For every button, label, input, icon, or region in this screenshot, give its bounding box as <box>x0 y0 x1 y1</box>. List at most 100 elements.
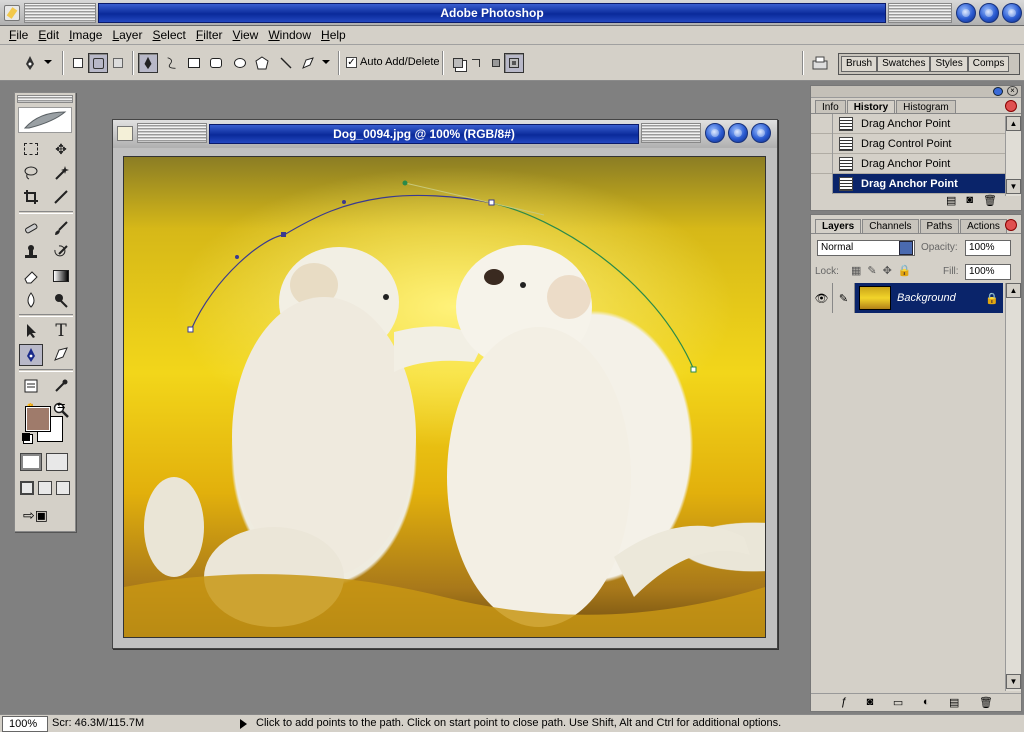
history-snapshot-source[interactable] <box>811 113 833 134</box>
tab-channels[interactable]: Channels <box>862 219 919 233</box>
document-close-button[interactable] <box>751 123 771 143</box>
eraser-tool-icon[interactable] <box>19 265 43 287</box>
full-screen-menu-mode-button[interactable] <box>38 481 52 495</box>
close-button[interactable] <box>1002 3 1022 23</box>
foreground-color-swatch[interactable] <box>25 406 51 432</box>
history-item[interactable]: Drag Anchor Point <box>811 153 1005 174</box>
fill-input[interactable]: 100% <box>965 264 1011 280</box>
menu-view[interactable]: View <box>228 27 264 44</box>
paths-mode-icon[interactable] <box>88 53 108 73</box>
image-canvas[interactable] <box>123 156 766 638</box>
lock-position-icon[interactable]: ✥ <box>883 264 892 277</box>
add-layer-mask-icon[interactable]: ◙ <box>867 696 874 711</box>
swap-colors-icon[interactable]: ⇆ <box>57 401 65 412</box>
close-panel-icon[interactable]: × <box>1007 86 1018 96</box>
feather-logo-icon[interactable] <box>18 107 72 133</box>
well-tab-brushes[interactable]: Brush <box>841 56 878 72</box>
tab-info[interactable]: Info <box>815 100 846 113</box>
menu-layer[interactable]: Layer <box>107 27 147 44</box>
subtract-from-path-area-icon[interactable] <box>466 53 486 73</box>
geometry-options-dropdown-icon[interactable] <box>322 60 330 64</box>
history-panel-menu-icon[interactable] <box>1005 100 1017 112</box>
jump-to-imageready-icon[interactable]: ⇨▣ <box>23 507 67 525</box>
tab-layers[interactable]: Layers <box>815 219 862 233</box>
exclude-overlapping-path-areas-icon[interactable] <box>504 53 524 73</box>
slice-tool-icon[interactable] <box>49 186 73 208</box>
menu-select[interactable]: Select <box>147 27 190 44</box>
quick-mask-mode-button[interactable] <box>46 453 68 471</box>
document-minimize-button[interactable] <box>705 123 725 143</box>
polygon-shape-icon[interactable] <box>252 53 272 73</box>
menu-file[interactable]: File <box>4 27 33 44</box>
tab-history[interactable]: History <box>846 100 896 113</box>
zoom-level-input[interactable]: 100% <box>2 716 48 732</box>
ellipse-shape-icon[interactable] <box>230 53 250 73</box>
maximize-button[interactable] <box>979 3 999 23</box>
rectangle-shape-icon[interactable] <box>184 53 204 73</box>
history-snapshot-source[interactable] <box>811 173 833 194</box>
well-tab-styles[interactable]: Styles <box>930 56 968 72</box>
eyedropper-tool-icon[interactable] <box>49 375 73 397</box>
menu-edit[interactable]: Edit <box>33 27 64 44</box>
add-layer-style-icon[interactable]: ƒ <box>841 696 847 711</box>
new-document-from-state-icon[interactable]: ▤ <box>946 194 956 210</box>
tab-actions[interactable]: Actions <box>960 219 1007 233</box>
lasso-tool-icon[interactable] <box>19 162 43 184</box>
blur-tool-icon[interactable] <box>19 289 43 311</box>
path-selection-tool-icon[interactable] <box>19 320 43 342</box>
scroll-track[interactable] <box>1006 131 1021 179</box>
well-tab-swatches[interactable]: Swatches <box>877 56 931 72</box>
history-item[interactable]: Drag Anchor Point <box>811 113 1005 134</box>
history-snapshot-source[interactable] <box>811 133 833 154</box>
minimize-panel-icon[interactable] <box>993 87 1003 96</box>
standard-mode-button[interactable] <box>20 453 42 471</box>
layer-row-background[interactable]: 👁 ✎ Background 🔒 <box>811 283 1003 313</box>
rounded-rectangle-icon[interactable] <box>206 53 226 73</box>
standard-screen-mode-button[interactable] <box>20 481 34 495</box>
document-maximize-button[interactable] <box>728 123 748 143</box>
minimize-button[interactable] <box>956 3 976 23</box>
pen-tool-icon[interactable] <box>19 344 43 366</box>
default-colors-icon[interactable] <box>22 433 30 441</box>
auto-add-delete-checkbox[interactable]: ✓ <box>346 57 357 68</box>
create-new-set-icon[interactable]: ▭ <box>893 696 903 711</box>
history-brush-tool-icon[interactable] <box>49 241 73 263</box>
freeform-pen-icon[interactable] <box>162 53 182 73</box>
document-icon[interactable] <box>117 126 133 141</box>
history-item-selected[interactable]: Drag Anchor Point <box>811 173 1005 194</box>
delete-state-icon[interactable]: 🗑 <box>983 194 997 210</box>
create-snapshot-icon[interactable]: ◙ <box>966 194 973 210</box>
fill-pixels-mode-icon[interactable] <box>108 53 128 73</box>
marquee-tool-icon[interactable] <box>19 138 43 160</box>
gradient-tool-icon[interactable] <box>49 265 73 287</box>
create-adjustment-layer-icon[interactable]: ◐ <box>923 696 930 711</box>
lock-image-pixels-icon[interactable]: ✎ <box>867 264 876 277</box>
file-browser-icon[interactable] <box>810 53 830 73</box>
scroll-up-button[interactable]: ▲ <box>1006 283 1021 298</box>
toolbox-grip[interactable] <box>17 95 73 103</box>
shape-layers-mode-icon[interactable] <box>68 53 88 73</box>
menu-image[interactable]: Image <box>64 27 107 44</box>
line-shape-icon[interactable] <box>276 53 296 73</box>
menu-help[interactable]: Help <box>316 27 351 44</box>
opacity-input[interactable]: 100% <box>965 240 1011 256</box>
history-snapshot-source[interactable] <box>811 153 833 174</box>
document-title-bar[interactable]: Dog_0094.jpg @ 100% (RGB/8#) <box>113 120 777 148</box>
pen-tool-option-icon[interactable] <box>138 53 158 73</box>
status-menu-arrow-icon[interactable] <box>240 719 247 729</box>
clone-stamp-tool-icon[interactable] <box>19 241 43 263</box>
tab-paths[interactable]: Paths <box>919 219 960 233</box>
scroll-up-button[interactable]: ▲ <box>1006 116 1021 131</box>
delete-layer-icon[interactable]: 🗑 <box>979 696 993 711</box>
dodge-tool-icon[interactable] <box>49 289 73 311</box>
intersect-path-areas-icon[interactable] <box>486 53 506 73</box>
type-tool-icon[interactable]: T <box>49 320 73 342</box>
scroll-down-button[interactable]: ▼ <box>1006 674 1021 689</box>
menu-window[interactable]: Window <box>263 27 316 44</box>
history-item[interactable]: Drag Control Point <box>811 133 1005 154</box>
custom-shape-icon[interactable] <box>298 53 318 73</box>
well-tab-comps[interactable]: Comps <box>967 56 1010 72</box>
blend-mode-dropdown-icon[interactable] <box>899 241 913 255</box>
layer-name[interactable]: Background <box>897 292 956 304</box>
scroll-track[interactable] <box>1006 298 1021 674</box>
